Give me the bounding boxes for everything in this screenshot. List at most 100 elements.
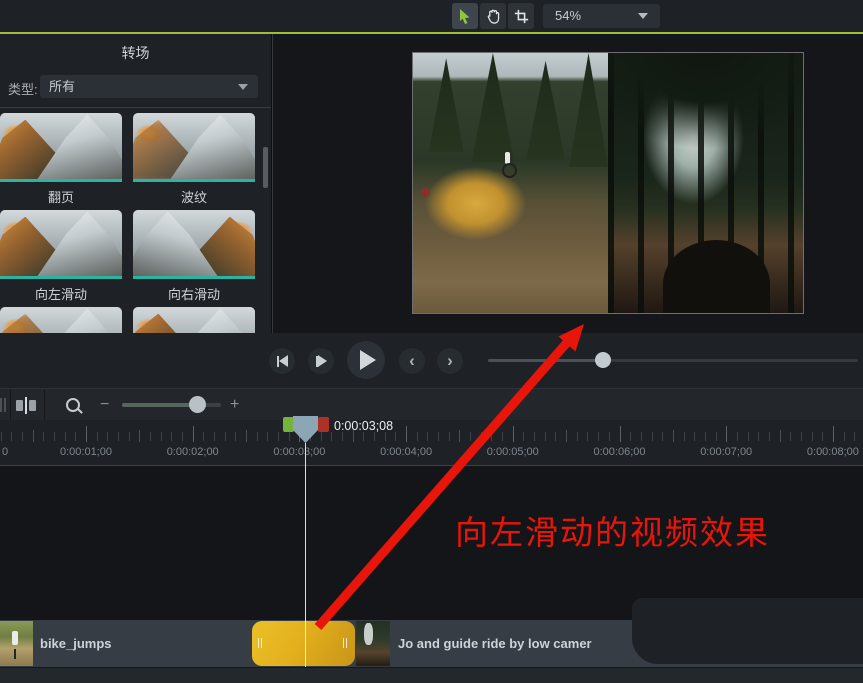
transition-card-partial[interactable] xyxy=(0,307,122,333)
seek-slider-handle[interactable] xyxy=(595,352,611,368)
transition-card-partial[interactable] xyxy=(133,307,255,333)
ruler-tick xyxy=(513,426,514,442)
type-filter-label: 类型: xyxy=(8,79,38,98)
previous-clip-button[interactable]: ‹ xyxy=(399,348,425,374)
ruler-label: 0:00:07;00 xyxy=(700,446,752,458)
clip-thumbnail-bike-jumps xyxy=(0,621,33,666)
type-filter-select[interactable]: 所有 xyxy=(40,75,258,98)
transition-thumbnail xyxy=(133,210,255,276)
transition-label: 向左滑动 xyxy=(0,279,122,303)
ruler-tick xyxy=(758,432,759,441)
ruler-tick xyxy=(11,432,12,441)
trim-handle-left-icon[interactable] xyxy=(258,638,264,648)
ruler-tick xyxy=(652,432,653,441)
step-back-button[interactable] xyxy=(269,348,295,374)
selection-in-handle[interactable] xyxy=(283,417,294,432)
transition-thumbnail xyxy=(133,113,255,179)
ruler-tick xyxy=(203,432,204,441)
panel-divider xyxy=(0,107,271,108)
zoom-level-value: 54% xyxy=(555,8,581,23)
ruler-label: 0 xyxy=(2,446,8,458)
track-options-icon[interactable] xyxy=(0,398,7,412)
ruler-tick xyxy=(150,432,151,441)
ruler-tick xyxy=(182,432,183,441)
zoom-out-button[interactable]: − xyxy=(100,396,109,414)
panel-title: 转场 xyxy=(0,43,271,63)
timeline-toolbar: − + xyxy=(0,388,863,420)
ruler-tick xyxy=(534,432,535,441)
ruler-tick xyxy=(22,432,23,441)
zoom-level-select[interactable]: 54% xyxy=(543,4,660,28)
timeline-zoom-slider[interactable] xyxy=(122,403,221,407)
transition-label: 翻页 xyxy=(0,182,122,206)
magnifier-icon[interactable] xyxy=(66,398,80,412)
preview-clip-left xyxy=(413,53,608,313)
ruler-tick xyxy=(331,432,332,441)
ruler-tick xyxy=(684,432,685,441)
ruler-tick xyxy=(385,432,386,441)
ruler-tick xyxy=(246,430,247,442)
ruler-tick xyxy=(609,432,610,441)
seek-slider[interactable] xyxy=(488,359,858,362)
playhead-line[interactable] xyxy=(305,443,306,667)
ruler-tick xyxy=(139,430,140,442)
ruler-tick xyxy=(790,432,791,441)
pan-tool-button[interactable] xyxy=(480,3,506,29)
zoom-in-button[interactable]: + xyxy=(230,396,239,414)
play-icon xyxy=(360,350,376,370)
ruler-tick xyxy=(235,432,236,441)
transition-card-page-turn[interactable]: 翻页 xyxy=(0,113,122,206)
split-tool-button[interactable] xyxy=(13,393,39,417)
ruler-tick xyxy=(363,432,364,441)
ruler-tick xyxy=(1,432,2,441)
timeline-zoom-handle[interactable] xyxy=(189,396,206,413)
transition-card-slide-left[interactable]: 向左滑动 xyxy=(0,210,122,303)
ruler-tick xyxy=(161,432,162,441)
ruler-tick xyxy=(598,432,599,441)
cursor-icon xyxy=(457,8,473,24)
ruler-tick xyxy=(641,432,642,441)
panel-scrollbar[interactable] xyxy=(263,147,268,188)
ruler-tick xyxy=(555,432,556,441)
transition-card-slide-right[interactable]: 向右滑动 xyxy=(133,210,255,303)
ruler-label: 0:00:04;00 xyxy=(380,446,432,458)
ruler-tick xyxy=(481,432,482,441)
transition-clip-slide-left[interactable] xyxy=(252,621,355,666)
timeline-ruler[interactable]: 00:00:01;000:00:02;000:00:03;000:00:04;0… xyxy=(0,420,863,466)
transition-thumbnail xyxy=(0,210,122,276)
timeline-body: 向左滑动的视频效果 bike_jumps Jo and guide ride b… xyxy=(0,466,863,683)
ruler-tick xyxy=(822,432,823,441)
transition-thumbnail xyxy=(133,307,255,333)
ruler-tick xyxy=(225,432,226,441)
ruler-tick xyxy=(833,426,834,442)
media-track[interactable]: bike_jumps Jo and guide ride by low came… xyxy=(0,620,863,667)
step-forward-button[interactable] xyxy=(308,348,334,374)
ruler-tick xyxy=(502,432,503,441)
ruler-tick xyxy=(769,432,770,441)
playhead-handle[interactable] xyxy=(293,416,318,443)
transition-card-ripple[interactable]: 波纹 xyxy=(133,113,255,206)
clip-name-jo-ride: Jo and guide ride by low camer xyxy=(398,620,592,667)
chevron-down-icon xyxy=(638,13,648,19)
ruler-tick xyxy=(780,430,781,442)
seek-slider-fill xyxy=(488,359,603,362)
ruler-tick xyxy=(54,432,55,441)
play-button[interactable] xyxy=(347,341,385,379)
ruler-tick xyxy=(214,432,215,441)
ruler-tick xyxy=(491,432,492,441)
ruler-tick xyxy=(129,432,130,441)
crop-tool-button[interactable] xyxy=(508,3,534,29)
selection-out-handle[interactable] xyxy=(318,417,329,432)
next-clip-button[interactable]: › xyxy=(437,348,463,374)
trim-handle-right-icon[interactable] xyxy=(343,638,349,648)
cursor-tool-button[interactable] xyxy=(452,3,478,29)
ruler-tick xyxy=(673,430,674,442)
ruler-tick xyxy=(801,432,802,441)
ruler-tick xyxy=(342,432,343,441)
ruler-label: 0:00:01;00 xyxy=(60,446,112,458)
track-end-overlay xyxy=(632,598,863,664)
ruler-tick xyxy=(171,432,172,441)
ruler-tick xyxy=(705,432,706,441)
ruler-tick xyxy=(395,432,396,441)
ruler-tick xyxy=(726,426,727,442)
